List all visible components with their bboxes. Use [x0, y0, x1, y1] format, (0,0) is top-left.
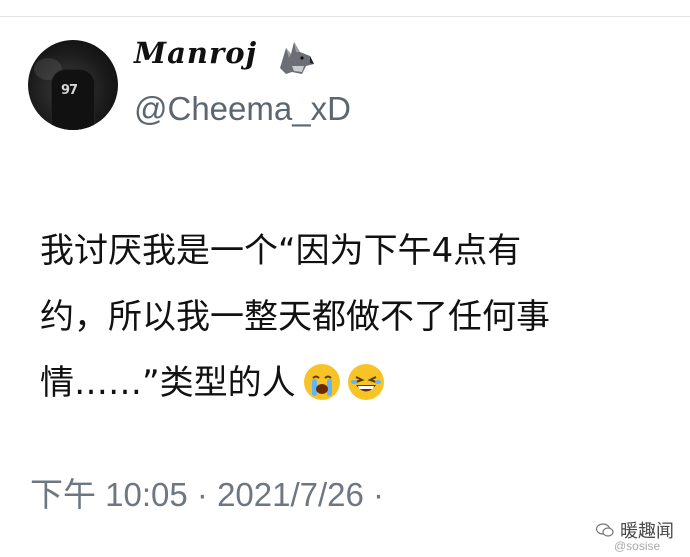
wolf-icon [280, 42, 314, 74]
tweet-timestamp[interactable]: 下午 10:05 · 2021/7/26 · [30, 468, 384, 516]
top-divider [0, 16, 690, 17]
laughing-face-icon [347, 364, 384, 400]
tweet-text: 我讨厌我是一个“因为下午4点有 约，所以我一整天都做不了任何事 情……”类型的人 [40, 218, 650, 416]
user-handle[interactable]: @Cheema_xD [134, 90, 351, 128]
tweet-line-last: 情……”类型的人 [40, 350, 650, 416]
watermark: 暖趣闻 @sosise [596, 517, 674, 553]
tweet-line: 我讨厌我是一个“因为下午4点有 [40, 231, 522, 271]
display-name[interactable]: Manroj [134, 36, 257, 70]
tweet-line-text: 情……”类型的人 [40, 363, 296, 403]
avatar-jersey-number: 97 [61, 83, 78, 98]
avatar[interactable]: 97 [28, 40, 118, 130]
avatar-figure [52, 70, 94, 130]
watermark-sub: @sosise [614, 539, 661, 553]
wechat-icon [596, 523, 614, 537]
crying-face-icon [303, 364, 340, 400]
tweet-line: 约，所以我一整天都做不了任何事 [40, 297, 550, 337]
